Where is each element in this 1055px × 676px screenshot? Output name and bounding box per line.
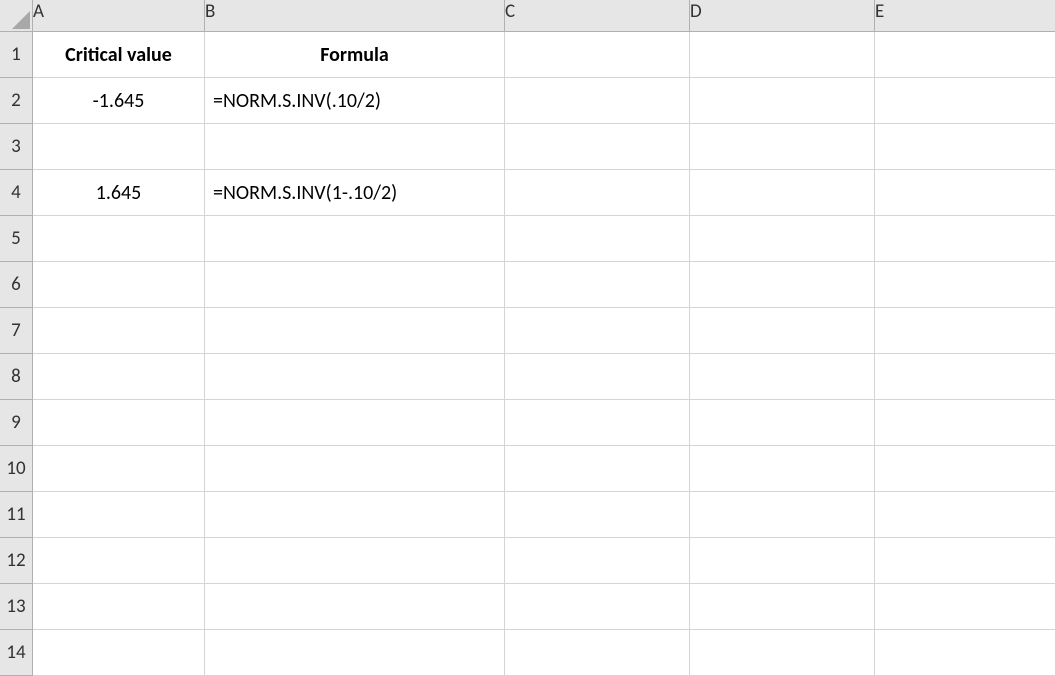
cell-D9[interactable] bbox=[690, 400, 875, 446]
cell-B12[interactable] bbox=[205, 538, 505, 584]
cell-A13[interactable] bbox=[33, 584, 205, 630]
row-header-9[interactable]: 9 bbox=[0, 400, 33, 446]
cell-B5[interactable] bbox=[205, 216, 505, 262]
cell-B3[interactable] bbox=[205, 124, 505, 170]
cell-C14[interactable] bbox=[505, 630, 690, 676]
cell-D14[interactable] bbox=[690, 630, 875, 676]
cell-C6[interactable] bbox=[505, 262, 690, 308]
cell-C9[interactable] bbox=[505, 400, 690, 446]
cell-C11[interactable] bbox=[505, 492, 690, 538]
select-all-corner[interactable] bbox=[0, 0, 33, 32]
cell-A4[interactable]: 1.645 bbox=[33, 170, 205, 216]
cell-C13[interactable] bbox=[505, 584, 690, 630]
cell-D1[interactable] bbox=[690, 32, 875, 78]
row-header-2[interactable]: 2 bbox=[0, 78, 33, 124]
cell-C3[interactable] bbox=[505, 124, 690, 170]
cell-C1[interactable] bbox=[505, 32, 690, 78]
cell-B14[interactable] bbox=[205, 630, 505, 676]
row-header-10[interactable]: 10 bbox=[0, 446, 33, 492]
cell-D2[interactable] bbox=[690, 78, 875, 124]
cell-B10[interactable] bbox=[205, 446, 505, 492]
cell-E12[interactable] bbox=[875, 538, 1055, 584]
row-header-3[interactable]: 3 bbox=[0, 124, 33, 170]
row-header-12[interactable]: 12 bbox=[0, 538, 33, 584]
cell-A3[interactable] bbox=[33, 124, 205, 170]
cell-A2[interactable]: -1.645 bbox=[33, 78, 205, 124]
cell-C12[interactable] bbox=[505, 538, 690, 584]
cell-D4[interactable] bbox=[690, 170, 875, 216]
cell-E10[interactable] bbox=[875, 446, 1055, 492]
row-header-6[interactable]: 6 bbox=[0, 262, 33, 308]
cell-D6[interactable] bbox=[690, 262, 875, 308]
column-header-A[interactable]: A bbox=[33, 0, 205, 32]
cell-C10[interactable] bbox=[505, 446, 690, 492]
cell-C2[interactable] bbox=[505, 78, 690, 124]
cell-B11[interactable] bbox=[205, 492, 505, 538]
cell-E1[interactable] bbox=[875, 32, 1055, 78]
cell-E9[interactable] bbox=[875, 400, 1055, 446]
cell-A14[interactable] bbox=[33, 630, 205, 676]
cell-B6[interactable] bbox=[205, 262, 505, 308]
column-header-E[interactable]: E bbox=[875, 0, 1055, 32]
cell-E2[interactable] bbox=[875, 78, 1055, 124]
cell-E11[interactable] bbox=[875, 492, 1055, 538]
cell-B9[interactable] bbox=[205, 400, 505, 446]
column-header-C[interactable]: C bbox=[505, 0, 690, 32]
cell-A8[interactable] bbox=[33, 354, 205, 400]
cell-E13[interactable] bbox=[875, 584, 1055, 630]
cell-D5[interactable] bbox=[690, 216, 875, 262]
cell-C8[interactable] bbox=[505, 354, 690, 400]
cell-D12[interactable] bbox=[690, 538, 875, 584]
cell-A9[interactable] bbox=[33, 400, 205, 446]
cell-B2[interactable]: =NORM.S.INV(.10/2) bbox=[205, 78, 505, 124]
cell-B7[interactable] bbox=[205, 308, 505, 354]
cell-A1[interactable]: Critical value bbox=[33, 32, 205, 78]
cell-D13[interactable] bbox=[690, 584, 875, 630]
row-header-11[interactable]: 11 bbox=[0, 492, 33, 538]
cell-A11[interactable] bbox=[33, 492, 205, 538]
cell-B13[interactable] bbox=[205, 584, 505, 630]
cell-E4[interactable] bbox=[875, 170, 1055, 216]
cell-A5[interactable] bbox=[33, 216, 205, 262]
cell-D3[interactable] bbox=[690, 124, 875, 170]
cell-E7[interactable] bbox=[875, 308, 1055, 354]
row-header-5[interactable]: 5 bbox=[0, 216, 33, 262]
cell-E3[interactable] bbox=[875, 124, 1055, 170]
row-header-14[interactable]: 14 bbox=[0, 630, 33, 676]
cell-C7[interactable] bbox=[505, 308, 690, 354]
cell-A12[interactable] bbox=[33, 538, 205, 584]
cell-D10[interactable] bbox=[690, 446, 875, 492]
cell-B8[interactable] bbox=[205, 354, 505, 400]
cell-D7[interactable] bbox=[690, 308, 875, 354]
cell-E6[interactable] bbox=[875, 262, 1055, 308]
row-header-8[interactable]: 8 bbox=[0, 354, 33, 400]
cell-E14[interactable] bbox=[875, 630, 1055, 676]
cell-D11[interactable] bbox=[690, 492, 875, 538]
row-header-1[interactable]: 1 bbox=[0, 32, 33, 78]
row-header-13[interactable]: 13 bbox=[0, 584, 33, 630]
row-header-7[interactable]: 7 bbox=[0, 308, 33, 354]
column-header-B[interactable]: B bbox=[205, 0, 505, 32]
column-header-D[interactable]: D bbox=[690, 0, 875, 32]
row-header-4[interactable]: 4 bbox=[0, 170, 33, 216]
cell-E5[interactable] bbox=[875, 216, 1055, 262]
cell-A10[interactable] bbox=[33, 446, 205, 492]
cell-C4[interactable] bbox=[505, 170, 690, 216]
cell-B1[interactable]: Formula bbox=[205, 32, 505, 78]
cell-E8[interactable] bbox=[875, 354, 1055, 400]
cell-B4[interactable]: =NORM.S.INV(1-.10/2) bbox=[205, 170, 505, 216]
spreadsheet-grid: A B C D E 1 Critical value Formula 2 -1.… bbox=[0, 0, 1055, 676]
cell-A7[interactable] bbox=[33, 308, 205, 354]
cell-A6[interactable] bbox=[33, 262, 205, 308]
cell-D8[interactable] bbox=[690, 354, 875, 400]
cell-C5[interactable] bbox=[505, 216, 690, 262]
